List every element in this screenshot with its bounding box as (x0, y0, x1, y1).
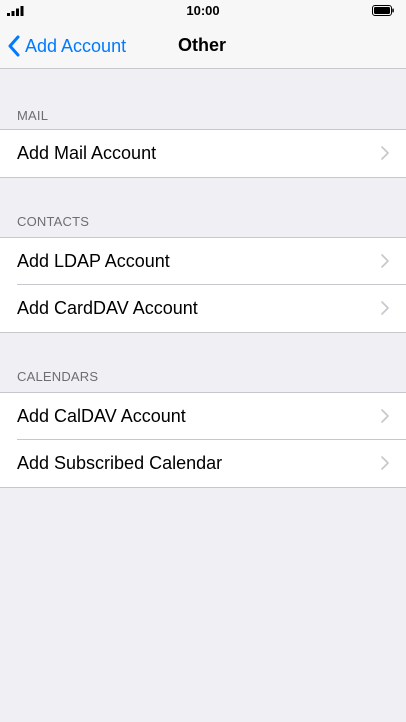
chevron-right-icon (381, 146, 389, 160)
chevron-right-icon (381, 301, 389, 315)
status-bar: 10:00 (0, 0, 406, 22)
row-add-caldav-account[interactable]: Add CalDAV Account (0, 393, 406, 440)
section-group-calendars: Add CalDAV Account Add Subscribed Calend… (0, 392, 406, 488)
row-label: Add LDAP Account (17, 251, 170, 271)
back-button[interactable]: Add Account (8, 32, 126, 60)
row-label: Add Mail Account (17, 143, 157, 163)
chevron-right-icon (381, 254, 389, 268)
section-group-contacts: Add LDAP Account Add CardDAV Account (0, 237, 406, 333)
section-header-mail: MAIL (17, 108, 49, 123)
page-title: Other (178, 35, 227, 55)
row-add-carddav-account[interactable]: Add CardDAV Account (0, 284, 406, 332)
section-group-mail: Add Mail Account (0, 129, 406, 178)
row-label: Add CalDAV Account (17, 406, 186, 426)
chevron-right-icon (381, 456, 389, 470)
navigation-bar: Add Account Other (0, 22, 406, 69)
section-header-calendars: CALENDARS (17, 369, 99, 384)
row-add-mail-account[interactable]: Add Mail Account (0, 130, 406, 177)
battery-icon (372, 5, 394, 16)
row-label: Add CardDAV Account (17, 298, 198, 318)
chevron-right-icon (381, 409, 389, 423)
row-add-ldap-account[interactable]: Add LDAP Account (0, 238, 406, 285)
section-header-contacts: CONTACTS (17, 214, 90, 229)
row-add-subscribed-calendar[interactable]: Add Subscribed Calendar (0, 439, 406, 487)
chevron-left-icon (8, 35, 20, 57)
back-button-label: Add Account (25, 35, 127, 56)
row-label: Add Subscribed Calendar (17, 453, 223, 473)
status-time: 10:00 (186, 3, 220, 18)
